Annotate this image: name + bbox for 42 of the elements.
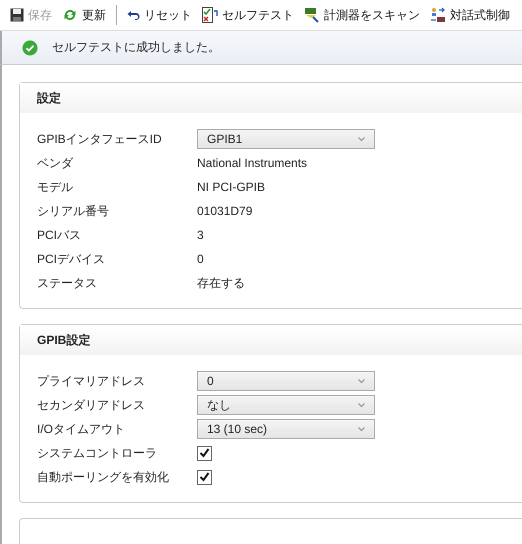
person-keyboard-icon (430, 7, 446, 23)
toolbar-button[interactable]: 更新 (58, 4, 110, 26)
field-value: 0 (197, 252, 204, 266)
field-label: PCIバス (37, 226, 82, 244)
field-label: ステータス (37, 274, 98, 292)
toolbar-button[interactable]: セルフテスト (198, 4, 298, 26)
message-text: セルフテストに成功しました。 (52, 39, 220, 56)
field-label: モデル (37, 178, 74, 196)
field-label: PCIデバイス (37, 250, 106, 268)
field-value: 3 (197, 228, 204, 242)
field-label: ベンダ (37, 154, 74, 172)
toolbar-button[interactable]: 対話式制御 (426, 4, 514, 26)
field-label: シリアル番号 (37, 202, 110, 220)
checkbox[interactable] (197, 470, 212, 484)
panel-title: GPIB設定 (37, 332, 90, 348)
chevron-down-icon (358, 402, 365, 408)
field-label: I/Oタイムアウト (37, 420, 126, 438)
dropdown[interactable]: GPIB1 (197, 129, 375, 149)
dropdown[interactable]: 13 (10 sec) (197, 419, 375, 439)
refresh-icon (62, 7, 78, 23)
field-value: National Instruments (197, 156, 308, 170)
undo-arrow-icon (127, 10, 140, 20)
check-circle-icon (22, 40, 38, 56)
field-label: セカンダリアドレス (37, 396, 146, 414)
panel-title: 設定 (37, 90, 61, 106)
dropdown[interactable]: なし (197, 395, 375, 415)
toolbar-button[interactable]: 計測器をスキャン (300, 4, 424, 26)
field-label: 自動ポーリングを有効化 (37, 468, 170, 486)
dropdown[interactable]: 0 (197, 371, 375, 391)
field-label: GPIBインタフェースID (37, 130, 163, 148)
scanner-icon (304, 7, 320, 23)
field-label: システムコントローラ (37, 444, 158, 462)
toolbar-button[interactable]: リセット (123, 4, 196, 26)
field-label: プライマリアドレス (37, 372, 146, 390)
chevron-down-icon (358, 136, 365, 142)
checklist-icon (202, 7, 218, 23)
chevron-down-icon (358, 378, 365, 384)
field-value: 存在する (197, 274, 245, 292)
checkbox[interactable] (197, 446, 212, 460)
field-value: NI PCI-GPIB (197, 180, 266, 194)
chevron-down-icon (358, 426, 365, 432)
field-value: 01031D79 (197, 204, 252, 218)
